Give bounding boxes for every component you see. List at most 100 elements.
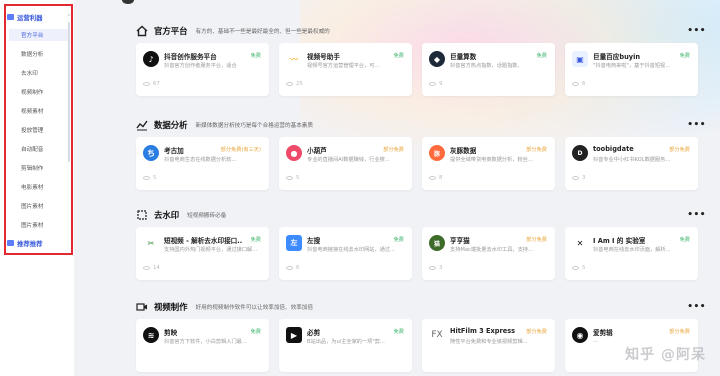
section-desc: 好用的视频制作软件可以让效率加倍、效率加倍 xyxy=(195,305,313,311)
card-row: ✂ 短视频 - 解析去水印接口... 免费 支持国内外热门视频平台，通过接口解.… xyxy=(136,227,698,280)
tool-card[interactable]: ✕ I Am I 的 实验室 免费 抖音电商在线去水印页面，解析... 5 xyxy=(565,227,698,280)
jianying-logo-icon: ≋ xyxy=(143,327,159,343)
section-desc: 有方的、基础不一些是最好最全的、但一些是最权威的 xyxy=(195,29,330,35)
sidebar-item-movie[interactable]: 电影素材 xyxy=(21,181,43,193)
sidebar-group-title-2[interactable]: 推荐推荐 xyxy=(7,236,71,250)
section-data-analysis: 数据分析 新媒体数据分析技巧是每个合格运营的基本素质 ••• ち 考古加 部分免… xyxy=(136,118,706,190)
cat-logo-icon: 猫 xyxy=(429,235,445,251)
kaogujia-logo-icon: ち xyxy=(143,145,159,161)
price-badge: 免费 xyxy=(250,53,261,59)
gourd-logo-icon: ● xyxy=(286,145,302,161)
sidebar-item-dubbing[interactable]: 自动配音 xyxy=(21,143,43,155)
sidebar-item-data[interactable]: 数据分析 xyxy=(21,48,43,60)
more-button[interactable]: ••• xyxy=(687,302,706,312)
price-badge: 部分免费 xyxy=(526,329,547,335)
buyin-logo-icon: ▣ xyxy=(572,51,588,67)
price-badge: 免费 xyxy=(679,237,690,243)
chevron-up-icon: ⌃ xyxy=(66,14,71,20)
price-badge: 免费 xyxy=(679,53,690,59)
sidebar-item-watermark[interactable]: 去水印 xyxy=(21,67,38,79)
price-badge: 免费 xyxy=(250,237,261,243)
tool-card[interactable]: ▶ 必剪 免费 B站出品，为ui主全家的一项"剪... xyxy=(279,319,412,372)
eye-icon xyxy=(143,176,150,180)
tool-card[interactable]: ✂ 短视频 - 解析去水印接口... 免费 支持国内外热门视频平台，通过接口解.… xyxy=(136,227,269,280)
sidebar-item-image[interactable]: 图片素材 xyxy=(21,200,43,212)
trend-chart-icon xyxy=(136,120,148,131)
eye-icon xyxy=(429,176,436,180)
section-title: 视频制作 xyxy=(154,302,188,312)
main-content: 官方平台 有方的、基础不一些是最好最全的、但一些是最权威的 ••• ♪ 抖音创作… xyxy=(74,0,720,376)
tool-card[interactable]: D toobigdate 部分免费 抖音专业中小红书KOL数据服务... 3 xyxy=(565,137,698,190)
huitun-logo-icon: 豚 xyxy=(429,145,445,161)
fx-logo-icon: FX xyxy=(429,327,445,343)
crop-icon xyxy=(137,210,147,220)
section-title: 官方平台 xyxy=(154,26,188,36)
eye-icon xyxy=(429,82,436,86)
section-video-making: 视频制作 好用的视频制作软件可以让效率加倍、效率加倍 ••• ≋ 剪映 免费 抖… xyxy=(136,300,706,372)
tool-card[interactable]: ち 考古加 部分免费(有三天) 抖音电商生态在线数据分析软... 5 xyxy=(136,137,269,190)
home-icon xyxy=(136,25,148,37)
price-badge: 部分免费 xyxy=(526,237,547,243)
more-button[interactable]: ••• xyxy=(687,26,706,36)
tool-card[interactable]: ♪ 抖音创作服务平台 免费 抖音官方创作者服务平台，适合 67 xyxy=(136,43,269,96)
tool-card[interactable]: 猫 亨亨猫 部分免费 支持Mac端批量去水印工具，支持... 3 xyxy=(422,227,555,280)
more-button[interactable]: ••• xyxy=(687,120,706,130)
tool-card[interactable]: 〰 视频号助手 免费 视频号官方运营管理平台，可... 25 xyxy=(279,43,412,96)
section-official: 官方平台 有方的、基础不一些是最好最全的、但一些是最权威的 ••• ♪ 抖音创作… xyxy=(136,24,706,96)
section-title: 去水印 xyxy=(154,210,180,220)
tool-card[interactable]: 左 左搜 免费 抖音电商链接在线去水印网站，通过... 6 xyxy=(279,227,412,280)
section-title: 数据分析 xyxy=(154,120,188,130)
price-badge: 部分免费 xyxy=(526,147,547,153)
watermark-text: 知乎 @阿呆 xyxy=(625,347,706,363)
price-badge: 免费 xyxy=(536,53,547,59)
section-watermark: 去水印 短视频搬砖必备 ••• ✂ 短视频 - 解析去水印接口... 免费 支持… xyxy=(136,208,706,280)
eye-icon xyxy=(143,82,150,86)
sidebar-item-image-2[interactable]: 图片素材 xyxy=(21,219,43,231)
channels-logo-icon: 〰 xyxy=(286,51,302,67)
tiktok-logo-icon: ♪ xyxy=(143,51,159,67)
section-desc: 新媒体数据分析技巧是每个合格运营的基本素质 xyxy=(195,123,313,129)
aijianji-logo-icon: ◉ xyxy=(572,327,588,343)
bijian-logo-icon: ▶ xyxy=(286,327,302,343)
tool-card[interactable]: ● 小葫芦 部分免费 专业的直播间AI数据赚钱，行业搜... 5 xyxy=(279,137,412,190)
toobigdata-logo-icon: D xyxy=(572,145,588,161)
tool-card[interactable]: FX HitFilm 3 Express 部分免费 随性平台免费和专业级视频剪辑… xyxy=(422,319,555,372)
eye-icon xyxy=(429,266,436,270)
sidebar-item-official[interactable]: 官方平台 xyxy=(21,29,43,41)
price-badge: 部分免费 xyxy=(383,147,404,153)
ocean-logo-icon: ◆ xyxy=(429,51,445,67)
price-badge: 免费 xyxy=(393,237,404,243)
section-desc: 短视频搬砖必备 xyxy=(187,213,227,219)
scissors-logo-icon: ✂ xyxy=(143,235,159,251)
eye-icon xyxy=(143,266,150,270)
eye-icon xyxy=(286,176,293,180)
sidebar-item-material[interactable]: 视频素材 xyxy=(21,105,43,117)
price-badge: 免费 xyxy=(393,329,404,335)
eye-icon xyxy=(572,82,579,86)
eye-icon xyxy=(286,266,293,270)
tool-card[interactable]: ◆ 巨量算数 免费 抖音官方热点指数、话题指数、 9 xyxy=(422,43,555,96)
sidebar-group-title[interactable]: 运营利器 ⌃ xyxy=(7,10,71,24)
sidebar-item-editing[interactable]: 剪辑制作 xyxy=(21,162,43,174)
bowtie-logo-icon: ✕ xyxy=(572,235,588,251)
sidebar-item-video[interactable]: 视频制作 xyxy=(21,86,43,98)
sidebar-item-ads[interactable]: 投放管理 xyxy=(21,124,43,136)
video-icon xyxy=(136,303,147,311)
group-icon xyxy=(7,14,14,20)
price-badge: 免费 xyxy=(250,329,261,335)
sidebar: 运营利器 ⌃ 官方平台 数据分析 去水印 视频制作 视频素材 投放管理 自动配音… xyxy=(0,0,74,376)
eye-icon xyxy=(286,82,293,86)
tool-card[interactable]: 豚 灰豚数据 部分免费 提供全域带货电商数据分析，粉丝... 8 xyxy=(422,137,555,190)
card-row: ♪ 抖音创作服务平台 免费 抖音官方创作者服务平台，适合 67 〰 视频号助手 … xyxy=(136,43,698,96)
sidebar-scrollbar[interactable] xyxy=(68,22,70,162)
tool-card[interactable]: ▣ 巨量百应buyin 免费 "抖音电商来啦"，基于抖音短视... 6 xyxy=(565,43,698,96)
price-badge: 部分免费 xyxy=(669,147,690,153)
group-icon xyxy=(7,240,14,246)
more-button[interactable]: ••• xyxy=(687,210,706,220)
tool-card[interactable]: ≋ 剪映 免费 抖音官方下软件，小白剪辑入门最... xyxy=(136,319,269,372)
card-row: ち 考古加 部分免费(有三天) 抖音电商生态在线数据分析软... 5 ● 小葫芦… xyxy=(136,137,698,190)
card-row: ≋ 剪映 免费 抖音官方下软件，小白剪辑入门最... ▶ 必剪 免费 B站出品，… xyxy=(136,319,698,372)
eye-icon xyxy=(572,176,579,180)
price-badge: 部分免费 xyxy=(669,329,690,335)
zuosou-logo-icon: 左 xyxy=(286,235,302,251)
